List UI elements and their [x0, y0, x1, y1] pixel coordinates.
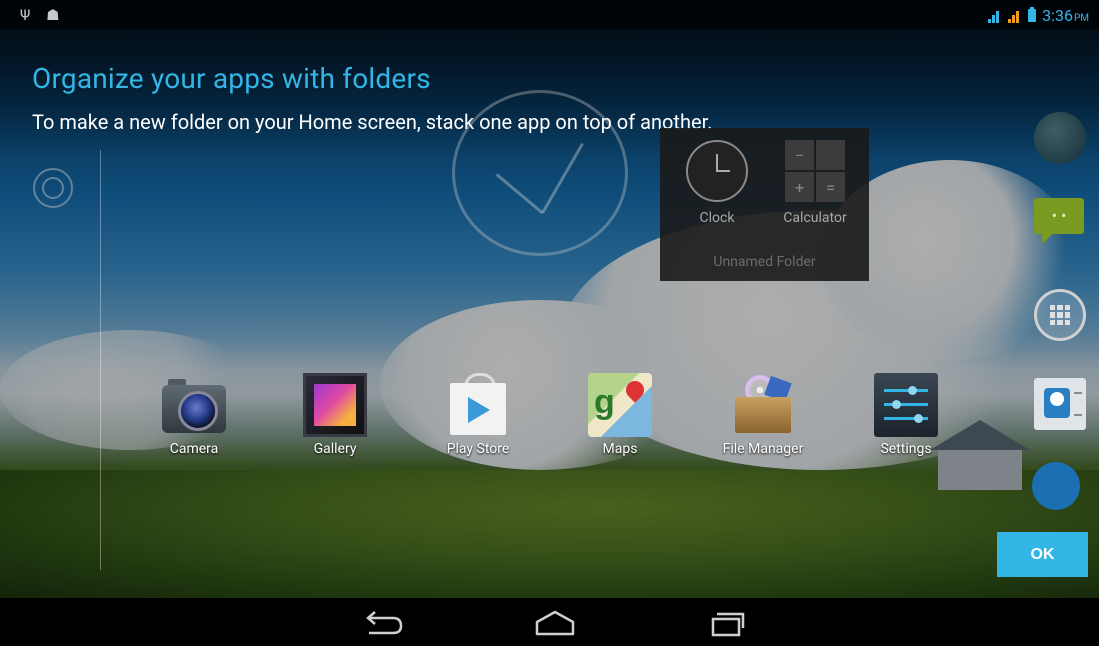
- folder-popup: Clock − + = Calculator Unnamed Folder: [660, 128, 869, 281]
- gallery-icon: [303, 373, 367, 437]
- cling-title: Organize your apps with folders: [32, 62, 431, 95]
- app-gallery[interactable]: Gallery: [281, 373, 389, 457]
- app-row: Camera Gallery Play Store g Maps File Ma…: [140, 373, 960, 463]
- play-store-icon: [446, 373, 510, 437]
- cell-signal-icon: [1008, 9, 1022, 23]
- app-play-store[interactable]: Play Store: [424, 373, 532, 457]
- app-settings[interactable]: Settings: [852, 373, 960, 457]
- maps-icon: g: [588, 373, 652, 437]
- calculator-icon: − + =: [784, 140, 846, 202]
- folder-app-label: Clock: [699, 210, 735, 226]
- camera-icon: [162, 373, 226, 437]
- clock-icon: [686, 140, 748, 202]
- app-label: File Manager: [722, 441, 804, 457]
- ok-button[interactable]: OK: [997, 532, 1088, 577]
- home-icon[interactable]: [525, 606, 585, 640]
- contacts-icon[interactable]: [1034, 378, 1086, 430]
- status-bar: Ψ ☗ 3:36PM: [0, 0, 1099, 30]
- app-file-manager[interactable]: File Manager: [709, 373, 817, 457]
- file-manager-icon: [731, 373, 795, 437]
- usb-icon: Ψ: [20, 6, 31, 24]
- app-label: Camera: [169, 441, 219, 457]
- wifi-signal-icon: [988, 9, 1002, 23]
- app-label: Play Store: [446, 441, 510, 457]
- cling-description: To make a new folder on your Home screen…: [32, 110, 713, 134]
- folder-name[interactable]: Unnamed Folder: [660, 254, 869, 270]
- page-divider: [100, 150, 101, 570]
- settings-icon: [874, 373, 938, 437]
- app-maps[interactable]: g Maps: [566, 373, 674, 457]
- app-label: Maps: [602, 441, 638, 457]
- phone-icon[interactable]: [1023, 453, 1089, 519]
- folder-app-calculator[interactable]: − + = Calculator: [770, 140, 860, 226]
- status-time: 3:36PM: [1042, 6, 1089, 25]
- app-launcher-icon[interactable]: [1034, 289, 1086, 341]
- messaging-icon[interactable]: • •: [1034, 198, 1086, 250]
- app-label: Gallery: [313, 441, 357, 457]
- recent-apps-icon[interactable]: [697, 606, 757, 640]
- navigation-bar: [0, 598, 1099, 646]
- folder-app-clock[interactable]: Clock: [672, 140, 762, 226]
- sync-icon[interactable]: [33, 168, 73, 208]
- battery-icon: [1028, 7, 1037, 22]
- browser-icon[interactable]: [1034, 112, 1086, 164]
- back-icon[interactable]: [355, 606, 415, 640]
- app-camera[interactable]: Camera: [140, 373, 248, 457]
- folder-app-label: Calculator: [783, 210, 847, 226]
- android-debug-icon: ☗: [46, 6, 60, 24]
- home-screen: Ψ ☗ 3:36PM Organize your apps with folde…: [0, 0, 1099, 646]
- app-label: Settings: [880, 441, 932, 457]
